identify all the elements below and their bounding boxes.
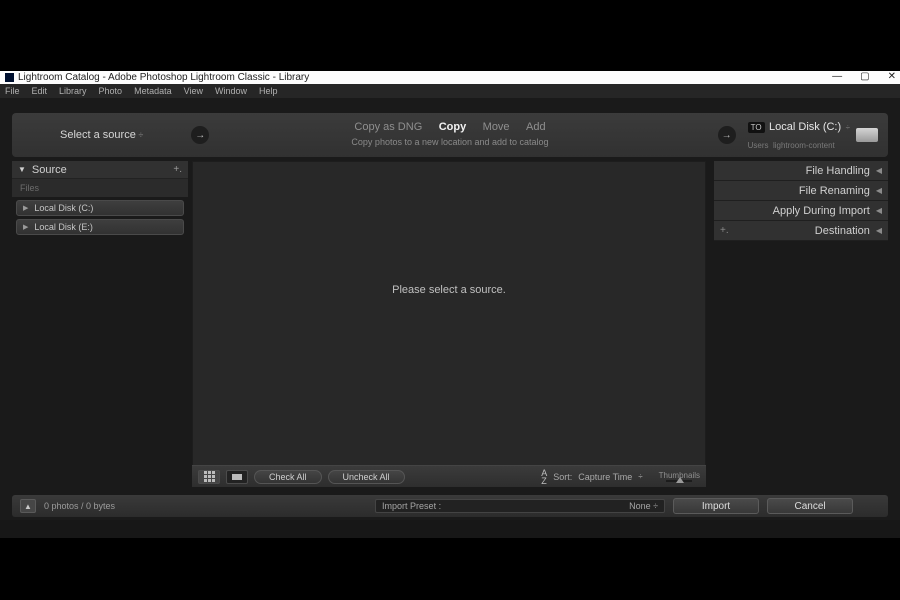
menu-help[interactable]: Help — [259, 86, 278, 96]
window-close-button[interactable]: ✕ — [888, 71, 896, 82]
destination-label: Local Disk (C:) — [769, 121, 841, 133]
drive-item-e[interactable]: Local Disk (E:) — [16, 219, 184, 235]
source-files-label: Files — [12, 179, 188, 197]
panel-file-renaming[interactable]: File Renaming ◀ — [714, 181, 888, 201]
chevron-down-icon: ▼ — [18, 165, 26, 174]
mode-move[interactable]: Move — [483, 121, 510, 133]
window-maximize-button[interactable]: ▢ — [860, 71, 869, 82]
window-title: Lightroom Catalog - Adobe Photoshop Ligh… — [18, 72, 309, 83]
import-status: 0 photos / 0 bytes — [44, 501, 115, 511]
import-footer: ▲ 0 photos / 0 bytes Import Preset : Non… — [12, 495, 888, 517]
drive-item-c[interactable]: Local Disk (C:) — [16, 200, 184, 216]
panel-file-handling-label: File Handling — [806, 165, 870, 177]
to-badge: TO — [748, 122, 765, 133]
app-icon — [5, 73, 14, 82]
menu-view[interactable]: View — [184, 86, 203, 96]
panel-apply-during-import-label: Apply During Import — [773, 205, 870, 217]
grid-icon — [204, 471, 215, 482]
destination-add-icon[interactable]: +. — [720, 225, 729, 236]
menu-metadata[interactable]: Metadata — [134, 86, 172, 96]
menu-library[interactable]: Library — [59, 86, 87, 96]
thumbnail-size-slider[interactable] — [666, 480, 692, 482]
mode-copy[interactable]: Copy — [439, 121, 467, 133]
panel-destination[interactable]: +. Destination ◀ — [714, 221, 888, 241]
destination-block[interactable]: TO Local Disk (C:) ÷ Users lightroom-con… — [748, 117, 878, 153]
right-panel-group: File Handling ◀ File Renaming ◀ Apply Du… — [714, 161, 888, 241]
source-panel-title: Source — [32, 164, 67, 176]
destination-arrow-icon: → — [718, 126, 736, 144]
import-header: Select a source → Copy as DNG Copy Move … — [12, 113, 888, 157]
collapse-button[interactable]: ▲ — [20, 499, 36, 513]
chevron-left-icon: ◀ — [876, 226, 882, 235]
sort-dropdown[interactable]: Capture Time — [578, 472, 632, 482]
menu-file[interactable]: File — [5, 86, 20, 96]
chevron-left-icon: ◀ — [876, 186, 882, 195]
destination-caret-icon: ÷ — [846, 123, 850, 132]
check-all-button[interactable]: Check All — [254, 470, 322, 484]
window-minimize-button[interactable]: — — [832, 71, 842, 82]
uncheck-all-button[interactable]: Uncheck All — [328, 470, 405, 484]
import-preset-label: Import Preset : — [382, 501, 441, 511]
source-arrow-icon: → — [191, 126, 209, 144]
source-panel: ▼ Source +. Files Local Disk (C:) Local … — [12, 161, 188, 238]
sort-caret-icon: ÷ — [638, 472, 642, 481]
mode-copy-as-dng[interactable]: Copy as DNG — [354, 121, 422, 133]
filmstrip — [0, 520, 900, 538]
destination-path-folder: lightroom-content — [773, 141, 835, 150]
destination-path-users: Users — [748, 141, 769, 150]
loupe-icon — [232, 474, 242, 480]
source-panel-header[interactable]: ▼ Source +. — [12, 161, 188, 179]
grid-view-button[interactable] — [198, 470, 220, 484]
menu-bar: File Edit Library Photo Metadata View Wi… — [0, 84, 900, 98]
import-button[interactable]: Import — [673, 498, 759, 514]
panel-file-handling[interactable]: File Handling ◀ — [714, 161, 888, 181]
preview-area: Please select a source. — [192, 161, 706, 485]
panel-apply-during-import[interactable]: Apply During Import ◀ — [714, 201, 888, 221]
chevron-left-icon: ◀ — [876, 166, 882, 175]
chevron-left-icon: ◀ — [876, 206, 882, 215]
disk-icon — [856, 128, 878, 142]
preview-toolbar: Check All Uncheck All AZ Sort: Capture T… — [192, 465, 706, 487]
mode-add[interactable]: Add — [526, 121, 546, 133]
import-preset-value: None ÷ — [629, 501, 658, 511]
cancel-button[interactable]: Cancel — [767, 498, 853, 514]
window-titlebar: Lightroom Catalog - Adobe Photoshop Ligh… — [0, 71, 900, 84]
sort-az-icon[interactable]: AZ — [541, 469, 547, 485]
menu-edit[interactable]: Edit — [32, 86, 48, 96]
menu-window[interactable]: Window — [215, 86, 247, 96]
menu-photo[interactable]: Photo — [99, 86, 123, 96]
loupe-view-button[interactable] — [226, 470, 248, 484]
preview-empty-message: Please select a source. — [193, 284, 705, 296]
panel-destination-label: Destination — [815, 225, 870, 237]
panel-file-renaming-label: File Renaming — [799, 185, 870, 197]
source-select-label[interactable]: Select a source — [60, 129, 143, 141]
sort-label: Sort: — [553, 472, 572, 482]
import-preset-dropdown[interactable]: Import Preset : None ÷ — [375, 499, 665, 513]
source-add-icon[interactable]: +. — [173, 164, 182, 175]
